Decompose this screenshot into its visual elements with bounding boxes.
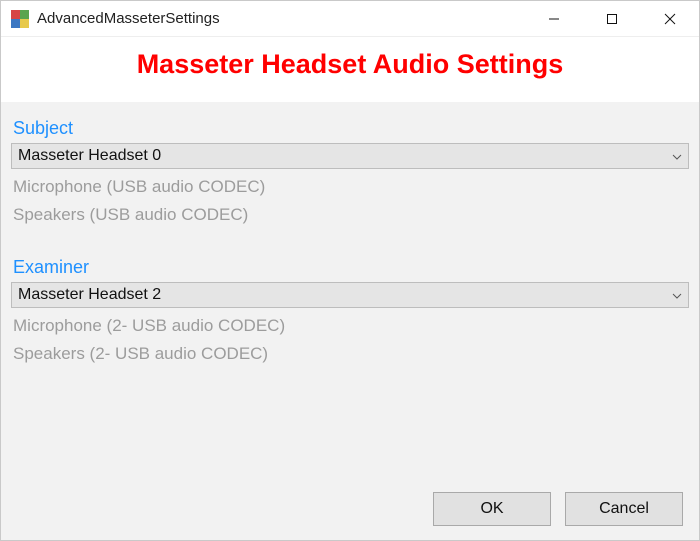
content-area: Subject Masseter Headset 0 Microphone (U… [1,102,699,540]
subject-headset-value: Masseter Headset 0 [18,147,161,165]
window-title: AdvancedMasseterSettings [37,10,220,27]
title-bar: AdvancedMasseterSettings [1,1,699,37]
minimize-button[interactable] [525,1,583,37]
subject-group: Subject Masseter Headset 0 Microphone (U… [11,112,689,225]
chevron-down-icon [672,286,682,304]
window-frame: AdvancedMasseterSettings Masseter Headse… [0,0,700,541]
cancel-button[interactable]: Cancel [565,492,683,526]
examiner-headset-select[interactable]: Masseter Headset 2 [11,282,689,308]
close-button[interactable] [641,1,699,37]
examiner-group: Examiner Masseter Headset 2 Microphone (… [11,251,689,364]
subject-headset-select[interactable]: Masseter Headset 0 [11,143,689,169]
close-icon [664,13,676,25]
examiner-label: Examiner [13,257,689,278]
maximize-icon [606,13,618,25]
button-row: OK Cancel [11,478,689,540]
subject-speakers-line: Speakers (USB audio CODEC) [13,205,689,225]
subject-label: Subject [13,118,689,139]
maximize-button[interactable] [583,1,641,37]
examiner-speakers-line: Speakers (2- USB audio CODEC) [13,344,689,364]
page-title: Masseter Headset Audio Settings [1,49,699,80]
subject-microphone-line: Microphone (USB audio CODEC) [13,177,689,197]
chevron-down-icon [672,147,682,165]
examiner-headset-value: Masseter Headset 2 [18,286,161,304]
examiner-microphone-line: Microphone (2- USB audio CODEC) [13,316,689,336]
ok-button[interactable]: OK [433,492,551,526]
app-icon [11,10,29,28]
minimize-icon [548,13,560,25]
